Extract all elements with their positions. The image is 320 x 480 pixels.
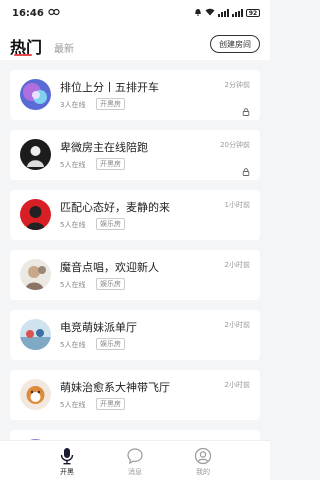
status-bar: 16:46 92 bbox=[0, 0, 270, 26]
room-time: 20分钟前 bbox=[220, 141, 250, 149]
status-left: 16:46 bbox=[12, 8, 60, 19]
lock-icon bbox=[242, 161, 250, 176]
microphone-icon bbox=[58, 447, 76, 465]
room-tag: 开黑房 bbox=[96, 98, 125, 110]
signal-icon bbox=[232, 9, 243, 17]
room-title: 匹配心态好，麦静的来 bbox=[60, 201, 170, 214]
room-card[interactable]: 电竞萌妹派单厅 5人在线 娱乐房 2小时前 bbox=[10, 310, 260, 360]
room-time: 2分钟前 bbox=[224, 81, 250, 89]
room-tag: 开黑房 bbox=[96, 158, 125, 170]
chat-bubble-icon bbox=[126, 447, 144, 465]
room-tag: 娱乐房 bbox=[96, 338, 125, 350]
room-card[interactable]: 魔音点唱，欢迎新人 5人在线 娱乐房 2小时前 bbox=[10, 250, 260, 300]
room-title: 魔音点唱，欢迎新人 bbox=[60, 261, 159, 274]
room-card[interactable]: 卑微房主在线陪跑 5人在线 开黑房 20分钟前 bbox=[10, 130, 260, 180]
room-title: 排位上分丨五排开车 bbox=[60, 81, 159, 94]
bottom-tab-bar: 开黑 消息 我的 bbox=[0, 440, 270, 480]
room-online-count: 5人在线 bbox=[60, 281, 86, 289]
room-card[interactable]: 排位上分丨五排开车 3人在线 开黑房 2分钟前 bbox=[10, 70, 260, 120]
tab-kaihei[interactable]: 开黑 bbox=[47, 447, 87, 477]
room-online-count: 5人在线 bbox=[60, 401, 86, 409]
room-time: 2小时前 bbox=[224, 321, 250, 329]
tab-messages[interactable]: 消息 bbox=[115, 447, 155, 477]
room-tag: 开黑房 bbox=[96, 398, 125, 410]
room-avatar bbox=[20, 379, 51, 410]
room-card[interactable]: 匹配心态好，麦静的来 5人在线 娱乐房 1小时前 bbox=[10, 190, 260, 240]
room-avatar bbox=[20, 259, 51, 290]
room-avatar bbox=[20, 319, 51, 350]
room-time: 2小时前 bbox=[224, 381, 250, 389]
active-tab-indicator bbox=[14, 54, 32, 56]
room-time: 2小时前 bbox=[224, 261, 250, 269]
lock-icon bbox=[242, 101, 250, 116]
room-avatar bbox=[20, 79, 51, 110]
room-avatar bbox=[20, 139, 51, 170]
room-title: 电竞萌妹派单厅 bbox=[60, 321, 137, 334]
user-icon bbox=[194, 447, 212, 465]
room-time: 1小时前 bbox=[224, 201, 250, 209]
status-time: 16:46 bbox=[12, 7, 44, 19]
room-title: 卑微房主在线陪跑 bbox=[60, 141, 148, 154]
room-tag: 娱乐房 bbox=[96, 278, 125, 290]
create-room-button[interactable]: 创建房间 bbox=[210, 35, 260, 53]
status-right: 92 bbox=[194, 8, 260, 18]
room-online-count: 5人在线 bbox=[60, 341, 86, 349]
tab-profile[interactable]: 我的 bbox=[183, 447, 223, 477]
room-online-count: 5人在线 bbox=[60, 161, 86, 169]
room-title: 萌妹治愈系大神带飞厅 bbox=[60, 381, 170, 394]
room-card[interactable]: 萌妹治愈系大神带飞厅 5人在线 开黑房 2小时前 bbox=[10, 370, 260, 420]
tab-new[interactable]: 最新 bbox=[54, 40, 74, 55]
room-avatar bbox=[20, 199, 51, 230]
battery-icon: 92 bbox=[246, 9, 260, 17]
signal-icon bbox=[218, 9, 229, 17]
link-icon bbox=[48, 8, 60, 19]
alarm-icon bbox=[194, 8, 202, 18]
wifi-icon bbox=[205, 8, 215, 18]
room-online-count: 5人在线 bbox=[60, 221, 86, 229]
room-tag: 娱乐房 bbox=[96, 218, 125, 230]
room-list: 排位上分丨五排开车 3人在线 开黑房 2分钟前 卑微房主在线陪跑 5人在线 开黑… bbox=[0, 60, 270, 440]
room-online-count: 3人在线 bbox=[60, 101, 86, 109]
tab-label: 消息 bbox=[128, 468, 142, 476]
tab-label: 我的 bbox=[196, 468, 210, 476]
room-card-partial[interactable] bbox=[10, 430, 260, 440]
battery-level: 92 bbox=[248, 9, 258, 17]
tab-label: 开黑 bbox=[60, 468, 74, 476]
header: 热门 最新 创建房间 bbox=[0, 26, 270, 60]
